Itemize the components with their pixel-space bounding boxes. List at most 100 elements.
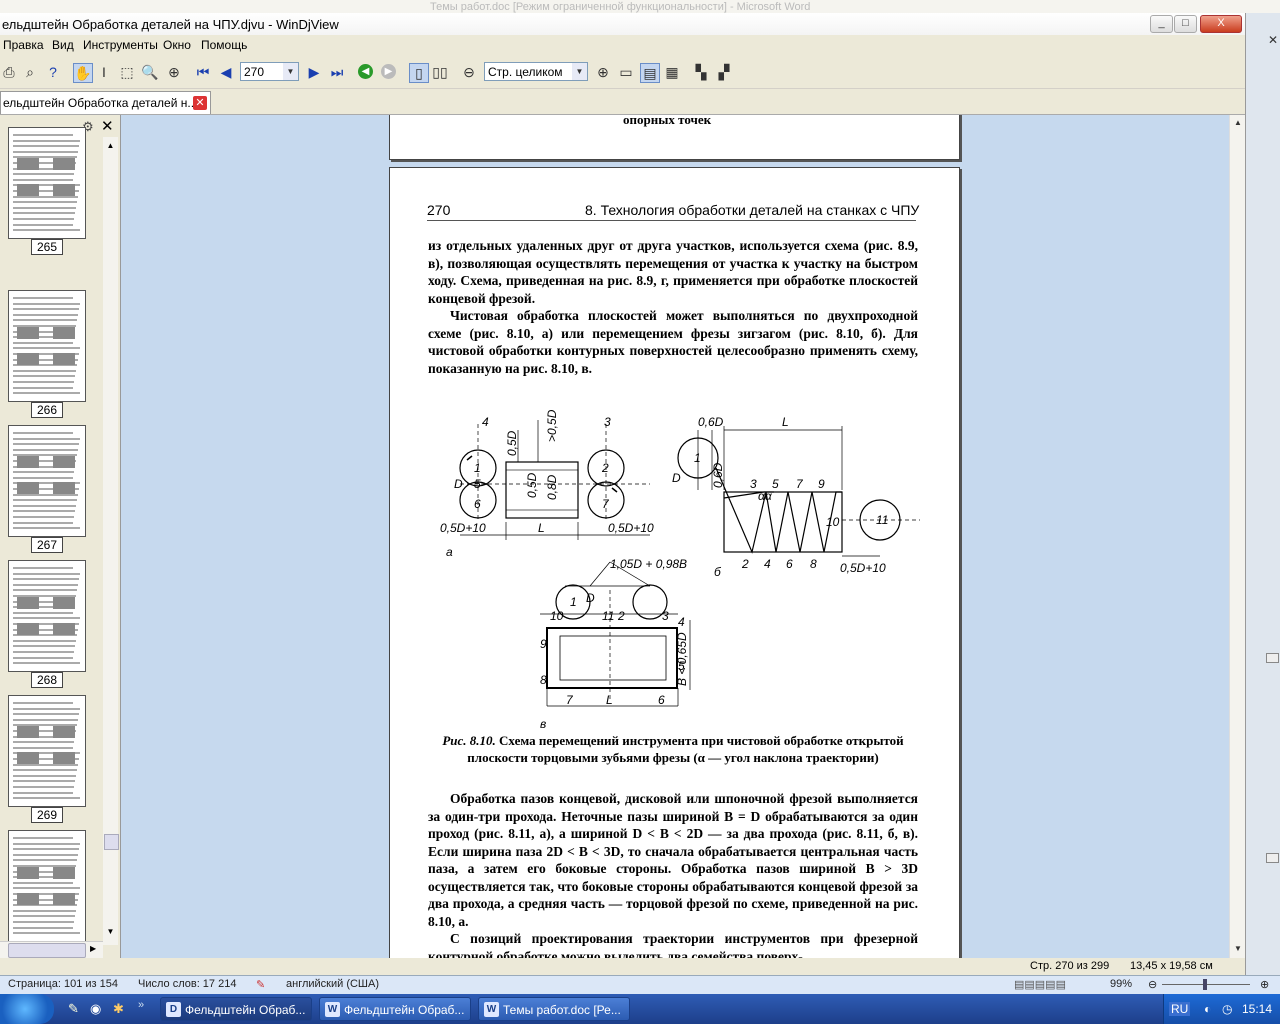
- scroll-right-icon[interactable]: ▶: [90, 944, 96, 953]
- chevron-down-icon[interactable]: ▼: [283, 63, 298, 80]
- page-number-field[interactable]: 270 ▼: [240, 62, 299, 81]
- find-icon[interactable]: ⌕: [21, 63, 39, 81]
- scroll-down-icon[interactable]: ▼: [1230, 941, 1246, 957]
- chevron-down-icon[interactable]: ▼: [572, 63, 587, 80]
- figure-caption-label: Рис. 8.10.: [442, 733, 496, 748]
- sidebar-scrollbar[interactable]: ▲ ▼: [103, 137, 119, 945]
- sidebar-scroll-thumb[interactable]: [104, 834, 119, 850]
- forward-icon[interactable]: ▶: [381, 64, 396, 79]
- quicklaunch-icon[interactable]: ✎: [68, 1001, 79, 1017]
- page-icon[interactable]: ▭: [617, 63, 635, 81]
- word-status-words[interactable]: Число слов: 17 214: [138, 978, 236, 990]
- thumbnail-page[interactable]: [8, 425, 86, 537]
- figure-label: L: [538, 521, 545, 535]
- figure-label: 9: [818, 477, 825, 491]
- zoom-icon[interactable]: 🔍: [141, 63, 159, 81]
- quicklaunch-icon[interactable]: ◉: [90, 1001, 101, 1017]
- layout-icon[interactable]: ▦: [663, 63, 681, 81]
- text-select-icon[interactable]: I: [95, 63, 113, 81]
- minimize-button[interactable]: _: [1150, 15, 1173, 33]
- quicklaunch-icon[interactable]: ✱: [113, 1001, 124, 1017]
- back-icon[interactable]: ◀: [358, 64, 373, 79]
- thumbnail-text-line: [13, 516, 74, 518]
- word-status-zoom[interactable]: 99%: [1110, 978, 1132, 990]
- background-scroll-thumb[interactable]: [1266, 653, 1279, 663]
- last-page-icon[interactable]: ⏭: [328, 63, 346, 81]
- word-icon: W: [484, 1002, 499, 1017]
- close-icon[interactable]: ✕: [101, 117, 114, 135]
- figure-label: 7: [796, 477, 804, 491]
- thumbnail-text-line: [13, 702, 73, 704]
- help-icon[interactable]: ?: [44, 63, 62, 81]
- word-status-page[interactable]: Страница: 101 из 154: [8, 978, 118, 990]
- menu-tools[interactable]: Инструменты: [83, 38, 158, 52]
- thumbnail-page[interactable]: [8, 830, 86, 942]
- quicklaunch-more-icon[interactable]: »: [138, 999, 144, 1011]
- scroll-down-icon[interactable]: ▼: [103, 927, 118, 936]
- scroll-up-icon[interactable]: ▲: [103, 141, 118, 150]
- zoom-rect-icon[interactable]: ⊕: [165, 63, 183, 81]
- zoom-slider-handle[interactable]: [1203, 979, 1207, 990]
- view-mode-icon[interactable]: ▤▤▤▤▤: [1014, 978, 1066, 991]
- thumbnail-page-number[interactable]: 266: [31, 402, 63, 418]
- task-word-1[interactable]: W Фельдштейн Обраб...: [319, 997, 471, 1021]
- thumbnail-figure: [53, 158, 75, 170]
- close-icon[interactable]: ✕: [193, 96, 207, 110]
- start-button[interactable]: [0, 994, 54, 1024]
- thumbnail-page[interactable]: [8, 560, 86, 672]
- zoom-out-icon[interactable]: ⊖: [1148, 978, 1157, 991]
- print-icon[interactable]: ⎙: [0, 63, 18, 81]
- prev-page-icon[interactable]: ◀: [217, 63, 235, 81]
- figure-label: 0,5D+10: [440, 521, 486, 535]
- sidebar-hscrollbar[interactable]: ▶: [0, 941, 103, 958]
- language-indicator[interactable]: RU: [1169, 1002, 1191, 1016]
- thumbnail-page[interactable]: [8, 290, 86, 402]
- thumbnail-text-line: [13, 881, 73, 884]
- color-mode-icon[interactable]: ▚: [692, 63, 710, 81]
- first-page-icon[interactable]: ⏮: [194, 63, 212, 81]
- figure-label: б: [714, 565, 722, 579]
- single-page-icon[interactable]: ▯: [409, 63, 429, 83]
- spellcheck-icon[interactable]: ✎: [256, 978, 265, 991]
- close-icon[interactable]: ✕: [1268, 33, 1278, 47]
- facing-pages-icon[interactable]: ▯▯: [431, 63, 449, 81]
- figure-label: 2: [741, 557, 749, 571]
- scroll-up-icon[interactable]: ▲: [1230, 115, 1246, 131]
- thumbnail-page[interactable]: [8, 127, 86, 239]
- close-button[interactable]: X: [1200, 15, 1242, 33]
- thumbnail-page-number[interactable]: 268: [31, 672, 63, 688]
- word-status-language[interactable]: английский (США): [286, 978, 379, 990]
- thumbnail-page-number[interactable]: 267: [31, 537, 63, 553]
- sidebar-hscroll-thumb[interactable]: [8, 943, 86, 958]
- menu-view[interactable]: Вид: [52, 38, 74, 52]
- background-scroll-thumb[interactable]: [1266, 853, 1279, 863]
- thumbnail-page-number[interactable]: 269: [31, 807, 63, 823]
- network-icon[interactable]: ◷: [1222, 1002, 1232, 1016]
- thumbnail-text-line: [13, 617, 80, 620]
- zoom-in-icon[interactable]: ⊕: [594, 63, 612, 81]
- task-word-2[interactable]: W Темы работ.doc [Ре...: [478, 997, 630, 1021]
- thumbnail-text-line: [13, 341, 73, 344]
- display-mode-icon[interactable]: ▞: [715, 63, 733, 81]
- menu-edit[interactable]: Правка: [3, 38, 44, 52]
- thumbnail-page-number[interactable]: 265: [31, 239, 63, 255]
- document-view[interactable]: опорных точек 270 8. Технология обработк…: [121, 115, 1229, 958]
- menu-window[interactable]: Окно: [163, 38, 191, 52]
- zoom-out-icon[interactable]: ⊖: [460, 63, 478, 81]
- continuous-icon[interactable]: ▤: [640, 63, 660, 83]
- hand-tool-icon[interactable]: ✋: [73, 63, 93, 83]
- thumbnail-text-line: [13, 504, 76, 507]
- thumbnail-page[interactable]: [8, 695, 86, 807]
- thumbnail-figure: [17, 456, 39, 468]
- speaker-icon[interactable]: ◐: [1204, 1002, 1211, 1016]
- next-page-icon[interactable]: ▶: [305, 63, 323, 81]
- zoom-select[interactable]: Стр. целиком ▼: [484, 62, 588, 81]
- task-windjview[interactable]: D Фельдштейн Обраб...: [160, 997, 312, 1021]
- document-scrollbar[interactable]: ▲ ▼: [1229, 115, 1246, 958]
- previous-page-tail-text: опорных точек: [623, 115, 712, 127]
- maximize-button[interactable]: □: [1174, 15, 1197, 33]
- document-tab[interactable]: ельдштейн Обработка деталей н... ✕: [0, 91, 211, 114]
- zoom-in-icon[interactable]: ⊕: [1260, 978, 1269, 991]
- menu-help[interactable]: Помощь: [201, 38, 247, 52]
- rect-select-icon[interactable]: ⬚: [118, 63, 136, 81]
